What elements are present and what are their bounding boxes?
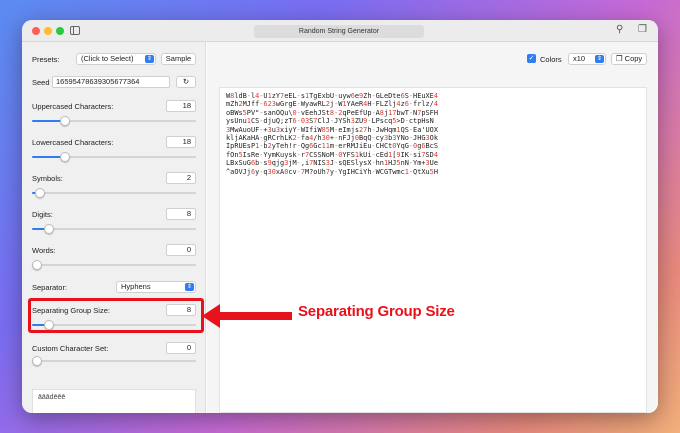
uppercase-slider[interactable] xyxy=(32,116,196,126)
slider-track xyxy=(32,264,196,266)
chevron-updown-icon: ⇕ xyxy=(185,283,194,291)
custom-charset-input[interactable]: 0 xyxy=(166,342,196,354)
multiplier-select-value: x10 xyxy=(573,54,586,63)
copy-button[interactable]: ❐ Copy xyxy=(611,53,647,65)
slider-track xyxy=(32,360,196,362)
words-input[interactable]: 0 xyxy=(166,244,196,256)
uppercase-label: Uppercased Characters: xyxy=(32,102,114,111)
annotation-highlight-box xyxy=(28,298,204,333)
output-line: W8ldB-l4-U1zY7eEL-s1TgExbU-uyw6e9Zh-GLeD… xyxy=(226,92,438,100)
symbols-label: Symbols: xyxy=(32,174,63,183)
annotation-callout: Separating Group Size xyxy=(298,303,455,320)
lowercase-input[interactable]: 18 xyxy=(166,136,196,148)
app-window: Random String Generator ⚲ ❐ Presets: (Cl… xyxy=(22,20,658,413)
separator-select[interactable]: Hyphens ⇕ xyxy=(116,281,196,293)
output-line: ^aOVJj6y-q30xA0cv-7M?oUh7y-YgIHCiYh-WCGT… xyxy=(226,167,438,176)
slider-knob[interactable] xyxy=(32,356,42,366)
presets-select-value: (Click to Select) xyxy=(81,54,134,63)
zoom-window-button[interactable] xyxy=(56,27,64,35)
digits-input[interactable]: 8 xyxy=(166,208,196,220)
separator-label: Separator: xyxy=(32,283,68,292)
output-line: 3MwAuoUF-+3u3xiyY-WIfiW85M-eImjs27h-JwHq… xyxy=(226,125,438,134)
title-bar: Random String Generator ⚲ ❐ xyxy=(22,20,658,42)
seed-label: Seed xyxy=(32,78,50,87)
presets-label: Presets: xyxy=(32,55,60,64)
separator-select-value: Hyphens xyxy=(121,282,151,291)
digits-slider[interactable] xyxy=(32,224,196,234)
slider-track xyxy=(32,192,196,194)
close-window-button[interactable] xyxy=(32,27,40,35)
seed-input[interactable]: 16595478639305677364 xyxy=(52,76,170,88)
generated-output[interactable]: W8ldB-l4-U1zY7eEL-s1TgExbU-uyw6e9Zh-GLeD… xyxy=(219,87,647,413)
chevron-updown-icon: ⇕ xyxy=(595,55,604,63)
custom-charset-textarea[interactable]: āāādēēē xyxy=(32,389,196,413)
words-slider[interactable] xyxy=(32,260,196,270)
custom-charset-slider[interactable] xyxy=(32,356,196,366)
output-line: ysUnu1CS-djuQ;zT6-03S7ClJ-JYSh3ZU9-LPscq… xyxy=(226,117,434,126)
copy-icon: ❐ xyxy=(615,54,623,63)
duplicate-window-icon[interactable]: ❐ xyxy=(638,24,647,35)
symbols-input[interactable]: 2 xyxy=(166,172,196,184)
slider-knob[interactable] xyxy=(59,116,70,126)
slider-track xyxy=(32,228,196,230)
colors-checkbox[interactable]: ✓ xyxy=(527,54,536,63)
output-pane: ✓ Colors x10 ⇕ ❐ Copy W8ldB-l4-U1zY7eEL-… xyxy=(207,42,658,413)
custom-charset-label: Custom Character Set: xyxy=(32,344,109,353)
symbols-slider[interactable] xyxy=(32,188,196,198)
slider-knob[interactable] xyxy=(35,188,46,198)
pin-icon[interactable]: ⚲ xyxy=(616,24,623,35)
annotation-arrow-icon xyxy=(202,304,292,328)
chevron-updown-icon: ⇕ xyxy=(145,55,154,63)
slider-knob[interactable] xyxy=(32,260,42,270)
uppercase-input[interactable]: 18 xyxy=(166,100,196,112)
output-line: mZh2MJff-623wGrgE-WyawRL2j-W1YAeR4H-FLZl… xyxy=(226,100,438,109)
output-line: IpRUEsP1-b2yTeh!r-Qg6Gc11m-erRMJiEu-CHCt… xyxy=(226,142,438,151)
output-line: oBWs5PV"-sanOQu\0-vEehJSt8-2qPeEfUp-A8j1… xyxy=(226,108,438,117)
multiplier-select[interactable]: x10 ⇕ xyxy=(568,53,606,65)
output-line: LBxSuG6b-s9qjg3jM-,i7NIS3J-sQESlysX-hn1H… xyxy=(226,159,438,168)
output-line: fOn5IsRe-YymKuysk-r7CSSNoM-0YFS1kUi-cEd1… xyxy=(226,150,438,159)
slider-knob[interactable] xyxy=(59,152,70,162)
minimize-window-button[interactable] xyxy=(44,27,52,35)
presets-select[interactable]: (Click to Select) ⇕ xyxy=(76,53,156,65)
slider-knob[interactable] xyxy=(44,224,55,234)
sidebar-toggle-icon[interactable] xyxy=(70,26,80,35)
lowercase-slider[interactable] xyxy=(32,152,196,162)
colors-label: Colors xyxy=(540,55,562,64)
copy-button-label: Copy xyxy=(624,54,643,63)
sample-button[interactable]: Sample xyxy=(161,53,196,65)
lowercase-label: Lowercased Characters: xyxy=(32,138,114,147)
output-line: kljAKaHA-gRCrhLK2-fa4/h30+-nFJj0BqQ-cy3b… xyxy=(226,134,438,143)
reseed-button[interactable]: ↻ xyxy=(176,76,196,88)
words-label: Words: xyxy=(32,246,56,255)
settings-sidebar: Presets: (Click to Select) ⇕ Sample Seed… xyxy=(22,42,206,413)
refresh-icon: ↻ xyxy=(182,77,190,86)
window-title: Random String Generator xyxy=(254,25,424,38)
digits-label: Digits: xyxy=(32,210,53,219)
